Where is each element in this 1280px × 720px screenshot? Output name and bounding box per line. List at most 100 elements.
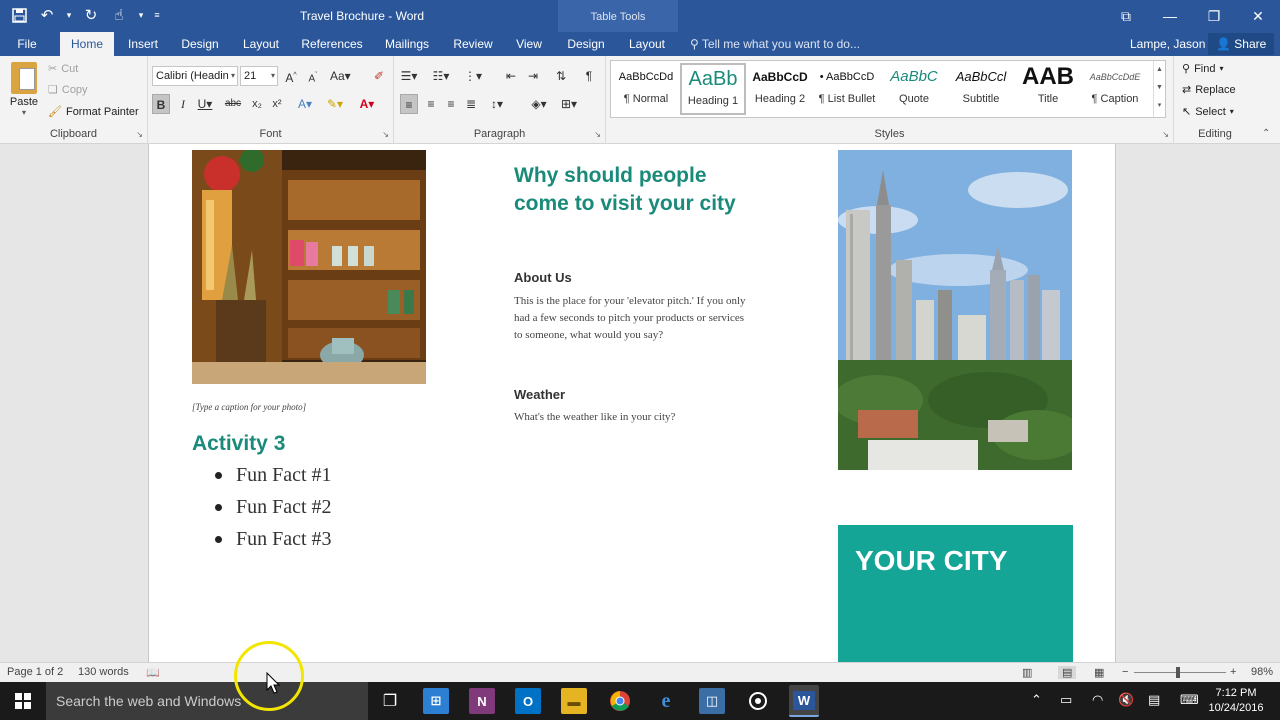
paste-button[interactable]: Paste ▾ xyxy=(8,62,40,117)
increase-indent-icon[interactable]: ⇥ xyxy=(524,66,542,86)
borders-icon[interactable]: ⊞▾ xyxy=(560,94,578,114)
align-left-icon[interactable]: ≡ xyxy=(400,94,418,114)
tab-file[interactable]: File xyxy=(8,32,46,56)
zoom-out-icon[interactable]: − xyxy=(1122,666,1128,678)
zoom-level[interactable]: 98% xyxy=(1251,666,1273,678)
superscript-icon[interactable]: x² xyxy=(268,94,286,114)
align-right-icon[interactable]: ≡ xyxy=(442,94,460,114)
line-spacing-icon[interactable]: ↕▾ xyxy=(488,94,506,114)
touch-mode-icon[interactable]: ☝ xyxy=(108,4,130,26)
touch-dropdown-icon[interactable]: ▾ xyxy=(136,4,146,26)
web-layout-icon[interactable]: ▦ xyxy=(1094,666,1104,679)
zoom-in-icon[interactable]: + xyxy=(1230,666,1236,678)
outlook-icon[interactable]: O xyxy=(515,688,541,714)
user-name[interactable]: Lampe, Jason xyxy=(1130,32,1205,56)
tab-layout[interactable]: Layout xyxy=(234,32,288,56)
remote-desktop-icon[interactable]: ◫ xyxy=(699,688,725,714)
chevron-up-icon[interactable]: ▲ xyxy=(1154,61,1165,79)
document-area[interactable]: [Type a caption for your photo] Activity… xyxy=(0,144,1280,662)
city-skyline-photo[interactable] xyxy=(838,150,1072,470)
style-subtitle[interactable]: AaBbCcl Subtitle xyxy=(948,63,1014,115)
customize-qat-icon[interactable]: ≡ xyxy=(152,4,162,26)
align-center-icon[interactable]: ≡ xyxy=(422,94,440,114)
styles-launcher-icon[interactable]: ↘ xyxy=(1162,130,1169,139)
collapse-ribbon-icon[interactable]: ⌃ xyxy=(1262,128,1270,139)
tab-home[interactable]: Home xyxy=(60,32,114,56)
text-effects-icon[interactable]: A▾ xyxy=(296,94,314,114)
store-icon[interactable]: ⊞ xyxy=(423,688,449,714)
photo-caption[interactable]: [Type a caption for your photo] xyxy=(192,402,306,412)
read-mode-icon[interactable]: ▥ xyxy=(1022,666,1032,679)
pilcrow-icon[interactable]: ¶ xyxy=(580,66,598,86)
subscript-icon[interactable]: x₂ xyxy=(248,94,266,114)
about-heading[interactable]: About Us xyxy=(514,270,572,285)
action-center-icon[interactable]: ▤ xyxy=(1148,692,1160,708)
highlight-icon[interactable]: ✎▾ xyxy=(326,94,344,114)
cut-button[interactable]: ✂ Cut xyxy=(48,62,78,76)
close-button[interactable]: ✕ xyxy=(1236,0,1280,32)
select-button[interactable]: ↖ Select ▾ xyxy=(1182,105,1234,119)
wifi-icon[interactable]: ◠ xyxy=(1092,692,1103,708)
weather-heading[interactable]: Weather xyxy=(514,387,565,402)
volume-muted-icon[interactable]: 🔇 xyxy=(1118,692,1134,708)
your-city-title[interactable]: YOUR CITY xyxy=(855,545,1007,577)
find-button[interactable]: ⚲ Find ▾ xyxy=(1182,62,1223,76)
save-icon[interactable] xyxy=(8,4,30,26)
shading-icon[interactable]: ◈▾ xyxy=(530,94,548,114)
paragraph-launcher-icon[interactable]: ↘ xyxy=(594,130,601,139)
activity-heading[interactable]: Activity 3 xyxy=(192,432,285,456)
chrome-icon[interactable] xyxy=(607,688,633,714)
style-list-bullet[interactable]: • AaBbCcD ¶ List Bullet xyxy=(814,63,880,115)
style-quote[interactable]: AaBbC Quote xyxy=(881,63,947,115)
print-layout-icon[interactable]: ▤ xyxy=(1058,666,1077,679)
clear-formatting-icon[interactable]: ✐ xyxy=(370,66,388,86)
keyboard-icon[interactable]: ⌨ xyxy=(1180,692,1199,708)
list-item[interactable]: Fun Fact #2 xyxy=(215,494,332,526)
style-heading-1[interactable]: AaBb Heading 1 xyxy=(680,63,746,115)
list-item[interactable]: Fun Fact #3 xyxy=(215,526,332,558)
gallery-scroll[interactable]: ▲ ▼ ▾ xyxy=(1153,61,1165,117)
tab-table-design[interactable]: Design xyxy=(560,32,612,56)
minimize-button[interactable]: — xyxy=(1148,0,1192,32)
start-button[interactable] xyxy=(0,682,46,720)
tab-review[interactable]: Review xyxy=(446,32,500,56)
page-count[interactable]: Page 1 of 2 xyxy=(7,666,63,678)
task-view-icon[interactable]: ❐ xyxy=(377,688,403,714)
list-item[interactable]: Fun Fact #1 xyxy=(215,462,332,494)
clipboard-launcher-icon[interactable]: ↘ xyxy=(136,130,143,139)
bullets-icon[interactable]: ☰▾ xyxy=(400,66,418,86)
tab-insert[interactable]: Insert xyxy=(120,32,166,56)
zoom-slider-handle[interactable] xyxy=(1176,667,1180,678)
justify-icon[interactable]: ≣ xyxy=(462,94,480,114)
shrink-font-icon[interactable]: Aˇ xyxy=(304,66,322,86)
chevron-down-icon[interactable]: ▼ xyxy=(1154,79,1165,97)
your-city-box[interactable]: YOUR CITY xyxy=(838,525,1073,662)
battery-icon[interactable]: ▭ xyxy=(1060,692,1072,708)
ribbon-display-options-icon[interactable]: ⧉ xyxy=(1104,0,1148,32)
taskbar-clock[interactable]: 7:12 PM 10/24/2016 xyxy=(1208,686,1264,716)
multilevel-list-icon[interactable]: ⋮▾ xyxy=(464,66,482,86)
format-painter-button[interactable]: 🖌 Format Painter xyxy=(48,105,139,119)
tab-design[interactable]: Design xyxy=(174,32,226,56)
undo-icon[interactable]: ↶ xyxy=(36,4,58,26)
tab-mailings[interactable]: Mailings xyxy=(376,32,438,56)
undo-dropdown-icon[interactable]: ▾ xyxy=(64,4,74,26)
taskbar-search[interactable]: Search the web and Windows xyxy=(46,682,368,720)
internet-explorer-icon[interactable]: e xyxy=(653,688,679,714)
sort-icon[interactable]: ⇅ xyxy=(552,66,570,86)
font-size-select[interactable]: 21 ▾ xyxy=(240,66,278,86)
tab-table-layout[interactable]: Layout xyxy=(620,32,674,56)
copy-button[interactable]: ❏ Copy xyxy=(48,83,88,97)
underline-icon[interactable]: U▾ xyxy=(196,94,214,114)
style-title[interactable]: AAB Title xyxy=(1015,63,1081,115)
zoom-slider[interactable] xyxy=(1134,672,1226,673)
media-player-icon[interactable] xyxy=(745,688,771,714)
font-launcher-icon[interactable]: ↘ xyxy=(382,130,389,139)
italic-icon[interactable]: I xyxy=(174,94,192,114)
strikethrough-icon[interactable]: abc xyxy=(224,94,242,114)
weather-body[interactable]: What's the weather like in your city? xyxy=(514,409,746,426)
tab-references[interactable]: References xyxy=(296,32,368,56)
style-normal[interactable]: AaBbCcDd ¶ Normal xyxy=(613,63,679,115)
shop-photo[interactable] xyxy=(192,150,426,384)
word-count[interactable]: 130 words xyxy=(78,666,129,678)
